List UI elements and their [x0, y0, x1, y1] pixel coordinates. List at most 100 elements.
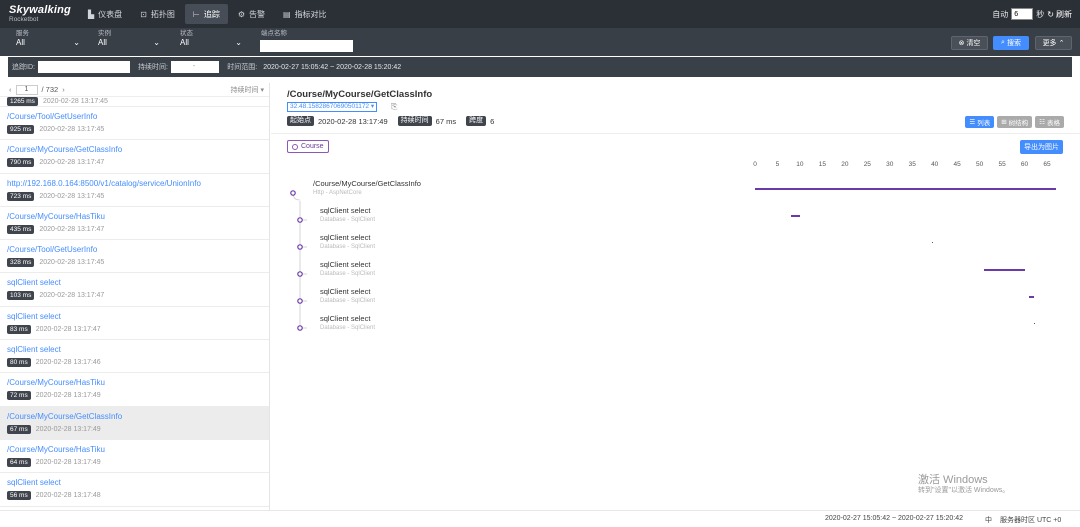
duration-badge: 64 ms	[7, 457, 31, 467]
trace-time: 2020-02-28 13:17:45	[42, 98, 108, 105]
trace-icon: ⊢	[192, 9, 200, 19]
axis-tick: 10	[796, 161, 804, 168]
chevron-right-icon[interactable]: ›	[62, 85, 65, 94]
duration-max-input[interactable]	[195, 61, 220, 73]
status-select[interactable]: 状态 All ⌄	[180, 30, 260, 48]
time-range-value[interactable]: 2020-02-27 15:05:42 ~ 2020-02-28 15:20:4…	[263, 64, 401, 71]
auto-refresh-toggle[interactable]: 自动	[992, 9, 1008, 20]
trace-time: 2020-02-28 13:17:47	[39, 292, 105, 300]
clear-button[interactable]: ⊗ 清空	[951, 36, 988, 50]
list-item[interactable]: /Course/Tool/GetUserInfo 925 ms 2020-02-28…	[0, 107, 269, 141]
nav-alarm[interactable]: ⚙ 告警	[230, 4, 273, 24]
nav-topology[interactable]: ⊡ 拓扑图	[132, 4, 183, 24]
span-layer: Database - SqlClient	[320, 244, 376, 250]
list-item[interactable]: /Course/MyCourse/GetClassInfo 67 ms 2020-0…	[0, 406, 269, 440]
span-row[interactable]: /Course/MyCourse/GetClassInfo Http - AspN…	[313, 179, 421, 196]
duration-tag: 持续时间	[397, 116, 432, 126]
topology-icon: ⊡	[140, 9, 147, 19]
endpoint-name-input[interactable]	[260, 40, 353, 52]
more-button[interactable]: 更多 ⌃	[1035, 36, 1072, 50]
duration-badge: 56 ms	[7, 491, 31, 501]
view-switcher: ☰ 列表 ⊞ 树结构 ☷ 表格	[965, 116, 1064, 128]
table-view-button[interactable]: ☷ 表格	[1035, 116, 1064, 128]
refresh-interval-input[interactable]	[1011, 8, 1034, 20]
duration-badge: 80 ms	[7, 358, 31, 368]
duration-badge: 723 ms	[7, 191, 35, 201]
span-bar[interactable]	[984, 269, 1025, 271]
duration-value: 67 ms	[435, 116, 457, 126]
nav-dashboard[interactable]: ▙ 仪表盘	[80, 4, 130, 24]
copy-icon[interactable]: ⎘	[391, 102, 397, 112]
alarm-icon: ⚙	[237, 9, 245, 19]
span-row[interactable]: sqlClient select Database - SqlClient	[320, 206, 375, 223]
list-item[interactable]: /Course/MyCourse/HasTiku 72 ms 2020-02-28 …	[0, 373, 269, 407]
list-item[interactable]: /Course/Tool/GetUserInfo 328 ms 2020-02-28…	[0, 240, 269, 274]
main-nav: ▙ 仪表盘 ⊡ 拓扑图 ⊢ 追踪 ⚙ 告警 ▤ 指标对比	[80, 0, 337, 28]
dashboard-icon: ▙	[88, 9, 95, 19]
list-item[interactable]: /Course/MyCourse/GetClassInfo 790 ms 2020-…	[0, 140, 269, 174]
span-name: sqlClient select	[320, 314, 371, 323]
trace-endpoint: /Course/MyCourse/GetClassInfo	[7, 411, 123, 421]
page-number-input[interactable]: 1	[15, 84, 38, 95]
span-bar[interactable]	[932, 242, 934, 243]
duration-badge: 72 ms	[7, 391, 31, 401]
seconds-label: 秒	[1036, 9, 1045, 19]
list-item[interactable]: sqlClient select 83 ms 2020-02-28 13:17:47	[0, 307, 269, 341]
span-bar[interactable]	[755, 188, 1056, 190]
list-item[interactable]: http://192.168.0.164:8500/v1/catalog/ser…	[0, 174, 269, 207]
span-node	[297, 325, 303, 331]
list-item[interactable]: /Course/MyCourse/HasTiku 435 ms 2020-02-28…	[0, 207, 269, 241]
nav-compare[interactable]: ▤ 指标对比	[275, 4, 335, 24]
list-item[interactable]: 1265 ms 2020-02-28 13:17:45	[0, 97, 269, 107]
list-item[interactable]: sqlClient select 103 ms 2020-02-28 13:17:4…	[0, 273, 269, 307]
trace-detail-panel: /Course/MyCourse/GetClassInfo 32.48.1582…	[271, 83, 1080, 510]
span-name: sqlClient select	[320, 260, 371, 269]
trace-items: /Course/Tool/GetUserInfo 925 ms 2020-02-28…	[0, 107, 269, 507]
export-image-button[interactable]: 导出为图片	[1020, 140, 1063, 154]
span-tree: /Course/MyCourse/GetClassInfo Http - AspN…	[271, 178, 1080, 348]
chevron-left-icon[interactable]: ‹	[9, 85, 12, 94]
span-node	[290, 190, 296, 196]
trace-time: 2020-02-28 13:17:48	[35, 492, 101, 500]
tree-connectors	[290, 190, 307, 331]
span-row[interactable]: sqlClient select Database - SqlClient	[320, 233, 375, 250]
span-name: sqlClient select	[320, 233, 371, 242]
refresh-button[interactable]: ↻ 刷新	[1047, 9, 1072, 20]
axis-tick: 60	[1020, 161, 1029, 168]
caret-down-icon: ▾	[370, 103, 375, 110]
span-bar[interactable]	[1033, 323, 1035, 324]
trace-id-input[interactable]	[37, 61, 130, 73]
duration-min-input[interactable]	[170, 61, 193, 73]
trace-id-select[interactable]: 32.48.15828670690501172 ▾	[287, 102, 378, 112]
list-item[interactable]: sqlClient select 80 ms 2020-02-28 13:17:46	[0, 340, 269, 374]
search-button[interactable]: ⌕ 搜索	[993, 36, 1029, 50]
span-row[interactable]: sqlClient select Database - SqlClient	[320, 314, 375, 331]
trace-time: 2020-02-28 13:17:46	[35, 359, 101, 367]
nav-trace[interactable]: ⊢ 追踪	[184, 4, 228, 24]
clear-icon: ⊗	[958, 40, 965, 47]
tree-view-button[interactable]: ⊞ 树结构	[997, 116, 1033, 128]
instance-select[interactable]: 实例 All ⌄	[98, 30, 178, 48]
language-toggle[interactable]: 中	[985, 515, 992, 525]
axis-tick: 30	[886, 161, 894, 168]
list-item[interactable]: sqlClient select 56 ms 2020-02-28 13:17:48	[0, 473, 269, 507]
span-node	[297, 244, 303, 250]
span-bar[interactable]	[1029, 296, 1034, 298]
duration-label: 持续时间:	[137, 64, 168, 71]
span-row[interactable]: sqlClient select Database - SqlClient	[320, 287, 375, 304]
sort-select[interactable]: 持续时间 ▾	[231, 85, 264, 95]
service-select[interactable]: 服务 All ⌄	[16, 30, 96, 48]
list-item[interactable]: /Course/MyCourse/HasTiku 64 ms 2020-02-28 …	[0, 440, 269, 474]
span-tag: 跨度	[466, 116, 487, 126]
trace-time: 2020-02-28 13:17:47	[39, 159, 105, 167]
footer-time-range[interactable]: 2020-02-27 15:05:42 ~ 2020-02-27 15:20:4…	[825, 515, 963, 522]
span-value: 6	[490, 116, 495, 126]
trace-endpoint: sqlClient select	[7, 478, 61, 488]
trace-time: 2020-02-28 13:17:47	[35, 325, 101, 333]
trace-endpoint: /Course/MyCourse/GetClassInfo	[7, 145, 123, 155]
list-view-button[interactable]: ☰ 列表	[965, 116, 995, 128]
start-value: 2020-02-28 13:17:49	[318, 116, 388, 126]
span-row[interactable]: sqlClient select Database - SqlClient	[320, 260, 375, 277]
span-bar[interactable]	[790, 215, 800, 217]
span-layer: Database - SqlClient	[320, 217, 376, 223]
